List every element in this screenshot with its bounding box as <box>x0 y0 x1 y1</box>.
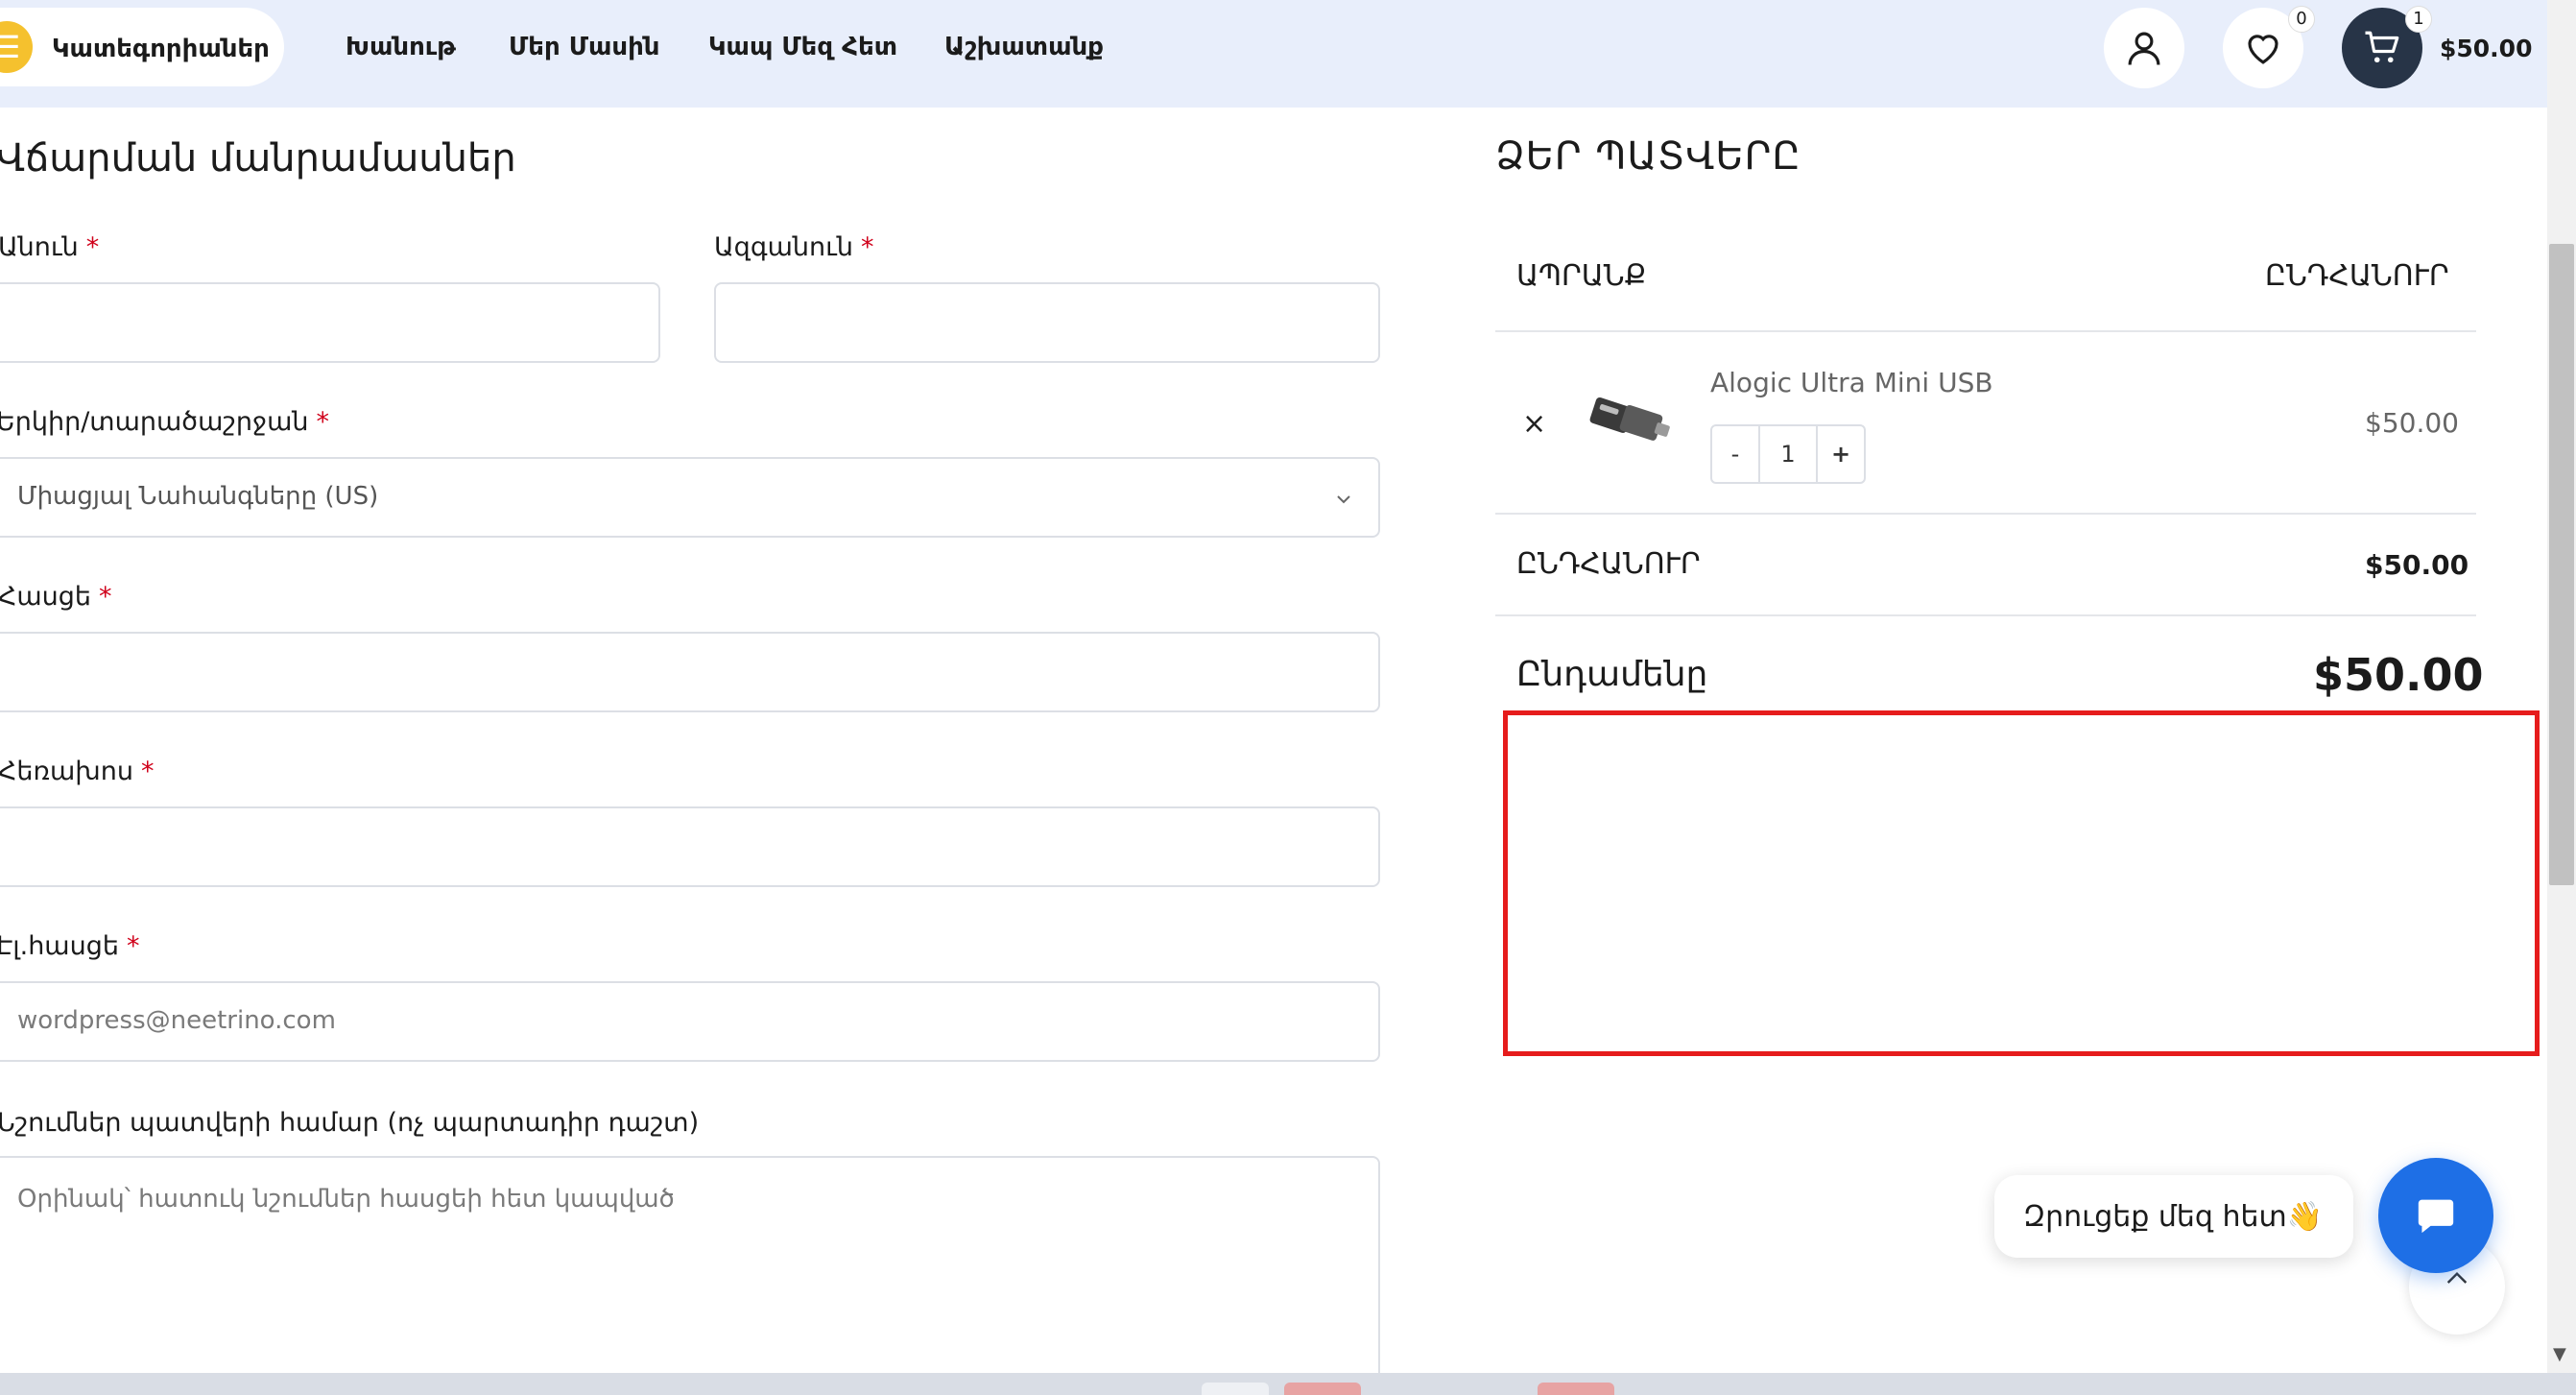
phone-label: Հեռախոս * <box>0 757 155 786</box>
address-label: Հասցե * <box>0 582 112 612</box>
chat-icon <box>2418 1199 2454 1234</box>
last-name-field[interactable] <box>714 282 1380 363</box>
total-label: Ընդամենը <box>1516 655 1708 694</box>
cart-icon <box>2365 31 2399 63</box>
col-product-header: ԱՊՐԱՆՔ <box>1516 259 1647 293</box>
highlighted-empty-region <box>1503 710 2540 1056</box>
nav-contact[interactable]: Կապ Մեզ Հետ <box>708 33 897 61</box>
qty-increase-button[interactable]: + <box>1818 426 1864 482</box>
email-label: Էլ.հասցե * <box>0 931 140 961</box>
categories-label: Կատեգորիաներ <box>52 35 270 63</box>
cart-count-badge: 1 <box>2405 6 2432 33</box>
chat-prompt-bubble[interactable]: Զրուցեք մեզ հետ👋 <box>1994 1175 2353 1258</box>
divider <box>1495 614 2476 616</box>
country-select[interactable]: Միացյալ Նահանգները (US) <box>0 457 1380 538</box>
account-button[interactable] <box>2104 8 2184 88</box>
nav-careers[interactable]: Աշխատանք <box>944 33 1104 61</box>
product-thumbnail <box>1589 397 1670 441</box>
order-notes-label: Նշումներ պատվերի համար (ոչ պարտադիր դաշտ… <box>0 1108 700 1138</box>
country-select-value: Միացյալ Նահանգները (US) <box>17 482 379 511</box>
chevron-down-icon <box>1337 495 1350 504</box>
taskbar-item[interactable] <box>1538 1383 1614 1395</box>
billing-title: Վճարման մանրամասներ <box>0 136 516 180</box>
qty-decrease-button[interactable]: - <box>1712 426 1758 482</box>
quantity-stepper: - 1 + <box>1710 424 1866 484</box>
user-icon <box>2128 32 2160 65</box>
country-label: Երկիր/տարածաշրջան * <box>0 407 330 437</box>
taskbar-item[interactable] <box>1284 1383 1361 1395</box>
categories-button[interactable]: ☰ Կատեգորիաներ <box>0 8 284 86</box>
scrollbar-thumb[interactable] <box>2549 244 2574 885</box>
divider <box>1495 513 2476 515</box>
order-notes-field[interactable]: Օրինակ՝ հատուկ նշումներ հասցեի հետ կապվա… <box>0 1156 1380 1386</box>
qty-input[interactable]: 1 <box>1760 426 1816 482</box>
nav-shop[interactable]: Խանութ <box>346 33 456 61</box>
menu-icon: ☰ <box>0 21 33 73</box>
divider <box>1495 330 2476 332</box>
email-field[interactable]: wordpress@neetrino.com <box>0 981 1380 1062</box>
remove-item-button[interactable]: × <box>1522 407 1546 441</box>
wishlist-count-badge: 0 <box>2288 6 2315 33</box>
order-title: ՁԵՐ ՊԱՏՎԵՐԸ <box>1495 134 1801 179</box>
total-value: $50.00 <box>2313 649 2484 701</box>
heart-icon <box>2248 35 2278 64</box>
last-name-label: Ազգանուն * <box>714 232 874 262</box>
taskbar-item[interactable] <box>1202 1383 1269 1395</box>
first-name-field[interactable] <box>0 282 660 363</box>
site-header: ☰ Կատեգորիաներ Խանութ Մեր Մասին Կապ Մեզ … <box>0 0 2547 108</box>
first-name-label: Անուն * <box>0 232 100 262</box>
chat-prompt-text: Զրուցեք մեզ հետ👋 <box>2023 1200 2324 1234</box>
nav-about[interactable]: Մեր Մասին <box>509 33 660 61</box>
subtotal-label: ԸՆԴՀԱՆՈՒՐ <box>1516 547 1701 581</box>
chat-open-button[interactable] <box>2378 1158 2493 1273</box>
line-item-price: $50.00 <box>2365 407 2459 439</box>
subtotal-value: $50.00 <box>2365 549 2469 581</box>
header-cart-total[interactable]: $50.00 <box>2440 35 2532 62</box>
col-total-header: ԸՆԴՀԱՆՈՒՐ <box>2265 259 2449 293</box>
phone-field[interactable] <box>0 806 1380 887</box>
scroll-down-arrow-icon[interactable]: ▼ <box>2553 1344 2566 1364</box>
product-name[interactable]: Alogic Ultra Mini USB <box>1710 367 1993 398</box>
address-field[interactable] <box>0 632 1380 712</box>
